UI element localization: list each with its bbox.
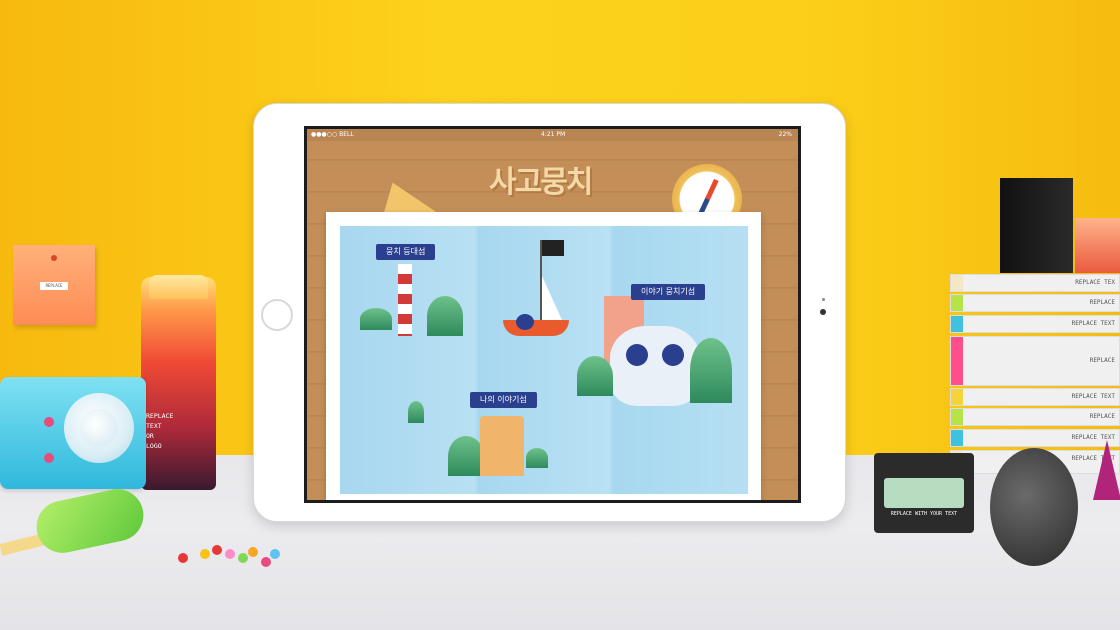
home-button[interactable] [261,299,293,331]
pink-block [1075,218,1120,273]
character-icon[interactable] [516,314,534,330]
black-block [1000,178,1073,273]
island-icon [577,356,613,396]
radio-button-icon [44,453,54,463]
candy-icon [178,553,188,563]
status-bar: ●●●○○ BELL 4:21 PM 22% [307,129,798,141]
candy-icon [200,549,210,559]
radio-button-icon [44,417,54,427]
camera-icon [820,309,826,315]
island-icon [526,448,548,468]
book: REPLACE [950,336,1120,386]
status-time: 4:21 PM [541,131,566,138]
battery-label: 22% [778,131,792,138]
island-icon [448,436,484,476]
map-label-story-island[interactable]: 이야기 뭉치기섬 [624,284,712,301]
radio-dial-center [80,409,118,447]
app-title: 사고뭉치 [489,165,593,200]
skull-eye-icon [662,344,684,366]
ipad-screen: ●●●○○ BELL 4:21 PM 22% 사고뭉치 뭉치 등대섬 이야기 뭉… [304,126,801,503]
carrier-label: ●●●○○ BELL [311,131,354,138]
candy-icon [248,547,258,557]
ipad-device: ●●●○○ BELL 4:21 PM 22% 사고뭉치 뭉치 등대섬 이야기 뭉… [253,103,846,522]
story-map: 뭉치 등대섬 이야기 뭉치기섬 나의 이야기섬 [326,212,761,500]
candy-icon [261,557,271,567]
skull-eye-icon [626,344,648,366]
pin-icon [51,255,57,261]
candy-icon [212,545,222,555]
island-icon [427,296,463,336]
sail-icon [542,276,562,320]
book: REPLACE TEXT [950,315,1120,333]
sticky-note-label: REPLACE [40,282,68,290]
boat-icon[interactable] [503,320,569,336]
candy-icon [270,549,280,559]
sensor-icon [822,298,825,301]
island-icon [360,308,392,330]
pirate-flag-icon [542,240,564,256]
lighthouse-icon [398,264,412,336]
cassette-label: REPLACE WITH YOUR TEXT [890,511,958,517]
candy-icon [225,549,235,559]
cassette-window [884,478,964,508]
book: REPLACE [950,408,1120,426]
cone-icon [1093,440,1120,500]
map-sea: 뭉치 등대섬 이야기 뭉치기섬 나의 이야기섬 [340,226,748,494]
house-icon[interactable] [480,416,524,476]
cassette-tape: REPLACE WITH YOUR TEXT [874,453,974,533]
radio [0,377,146,489]
book: REPLACE TEX [950,274,1120,292]
skull-island-icon[interactable] [610,326,700,406]
book: REPLACE [950,294,1120,312]
water-bottle: REPLACE TEXT OR LOGO [141,275,216,490]
tape-dispenser [990,448,1078,566]
map-label-my-story-island[interactable]: 나의 이야기섬 [464,392,543,409]
book: REPLACE TEXT [950,388,1120,406]
map-label-lighthouse-island[interactable]: 뭉치 등대섬 [369,244,442,261]
bottle-text: REPLACE TEXT OR LOGO [146,412,174,450]
bottle-cap [149,275,208,299]
sticky-note: REPLACE [13,245,95,325]
island-icon [408,401,424,423]
candy-icon [238,553,248,563]
island-icon [690,338,732,403]
